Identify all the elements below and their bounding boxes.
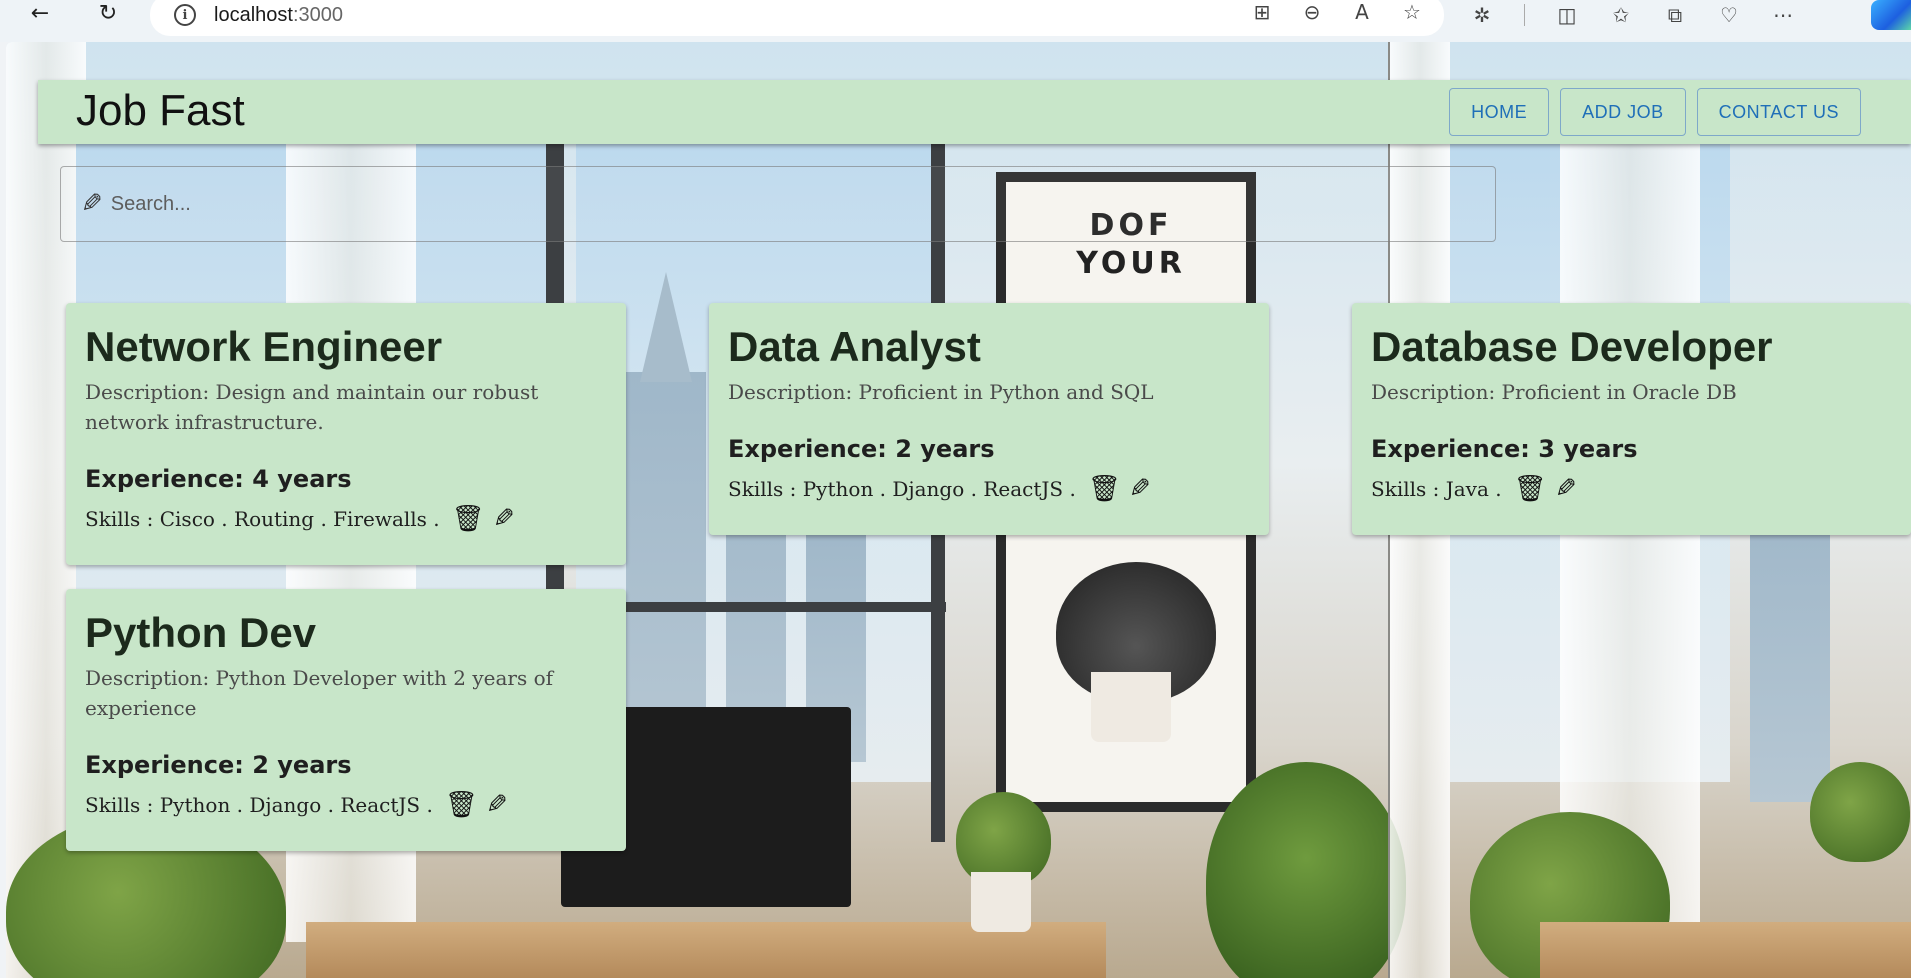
job-description: Description: Proficient in Python and SQ… [728, 380, 1154, 404]
search-box[interactable]: ✎ [60, 166, 1496, 242]
address-bar[interactable]: i localhost:3000 ⊞ ⊖ A ☆ [150, 0, 1444, 36]
job-title: Network Engineer [85, 323, 443, 370]
job-description: Description: Proficient in Oracle DB [1371, 380, 1737, 404]
job-title: Python Dev [85, 609, 317, 656]
app-header: Job Fast HOME ADD JOB CONTACT US [38, 80, 1911, 144]
job-experience: Experience: 2 years [85, 751, 352, 779]
job-skills: Skills : Java . [1371, 477, 1502, 501]
job-description: Description: Design and maintain our rob… [85, 380, 539, 434]
favorite-star-icon[interactable]: ☆ [1400, 0, 1424, 24]
refresh-icon: ↻ [98, 0, 118, 26]
job-experience: Experience: 2 years [728, 435, 995, 463]
job-title: Data Analyst [728, 323, 981, 370]
favorites-icon[interactable]: ✩ [1609, 3, 1633, 27]
job-experience: Experience: 3 years [1371, 435, 1638, 463]
read-aloud-icon[interactable]: A [1350, 0, 1374, 24]
split-screen-icon[interactable]: ◫ [1555, 3, 1579, 27]
browser-essentials-icon[interactable]: ♡ [1717, 3, 1741, 27]
zoom-out-icon[interactable]: ⊖ [1300, 0, 1324, 24]
collections-icon[interactable]: ⧉ [1663, 3, 1687, 27]
job-card: Database Developer Description: Proficie… [1352, 303, 1911, 535]
site-info-icon[interactable]: i [174, 4, 196, 26]
browser-toolbar: ← ↻ i localhost:3000 ⊞ ⊖ A ☆ ✲ ◫ ✩ ⧉ ♡ ⋯ [0, 0, 1911, 42]
nav-add-job-button[interactable]: ADD JOB [1560, 88, 1686, 136]
trash-icon[interactable]: 🗑 [452, 506, 485, 532]
back-button[interactable]: ← [18, 0, 62, 28]
job-experience: Experience: 4 years [85, 465, 352, 493]
toolbar-divider [1524, 4, 1525, 26]
trash-icon[interactable]: 🗑 [1088, 476, 1121, 502]
url-text[interactable]: localhost:3000 [214, 4, 343, 27]
job-card: Python Dev Description: Python Developer… [66, 589, 626, 851]
nav-home-button[interactable]: HOME [1449, 88, 1550, 136]
url-host: localhost [214, 3, 293, 26]
job-title: Database Developer [1371, 323, 1773, 370]
copilot-icon[interactable] [1871, 0, 1911, 30]
pencil-icon: ✎ [81, 189, 103, 219]
job-skills: Skills : Cisco . Routing . Firewalls . [85, 507, 440, 531]
job-skills: Skills : Python . Django . ReactJS . [85, 793, 433, 817]
app-title[interactable]: Job Fast [76, 86, 245, 136]
app-available-icon[interactable]: ⊞ [1250, 0, 1274, 24]
trash-icon[interactable]: 🗑 [445, 792, 478, 818]
more-menu-icon[interactable]: ⋯ [1771, 3, 1795, 27]
trash-icon[interactable]: 🗑 [1514, 476, 1547, 502]
nav-contact-us-button[interactable]: CONTACT US [1696, 88, 1861, 136]
refresh-button[interactable]: ↻ [86, 0, 130, 28]
edit-pencil-icon[interactable]: ✎ [1129, 474, 1151, 504]
job-description: Description: Python Developer with 2 yea… [85, 666, 554, 720]
edit-pencil-icon[interactable]: ✎ [493, 504, 515, 534]
edit-pencil-icon[interactable]: ✎ [1555, 474, 1577, 504]
url-port: :3000 [292, 3, 343, 26]
arrow-left-icon: ← [30, 0, 50, 26]
edit-pencil-icon[interactable]: ✎ [486, 790, 508, 820]
main-nav: HOME ADD JOB CONTACT US [1449, 88, 1861, 136]
job-card: Network Engineer Description: Design and… [66, 303, 626, 565]
job-skills: Skills : Python . Django . ReactJS . [728, 477, 1076, 501]
job-card: Data Analyst Description: Proficient in … [709, 303, 1269, 535]
poster-text-line-2: YOUR [1076, 246, 1186, 281]
search-input[interactable] [110, 192, 1411, 216]
extensions-icon[interactable]: ✲ [1470, 3, 1494, 27]
